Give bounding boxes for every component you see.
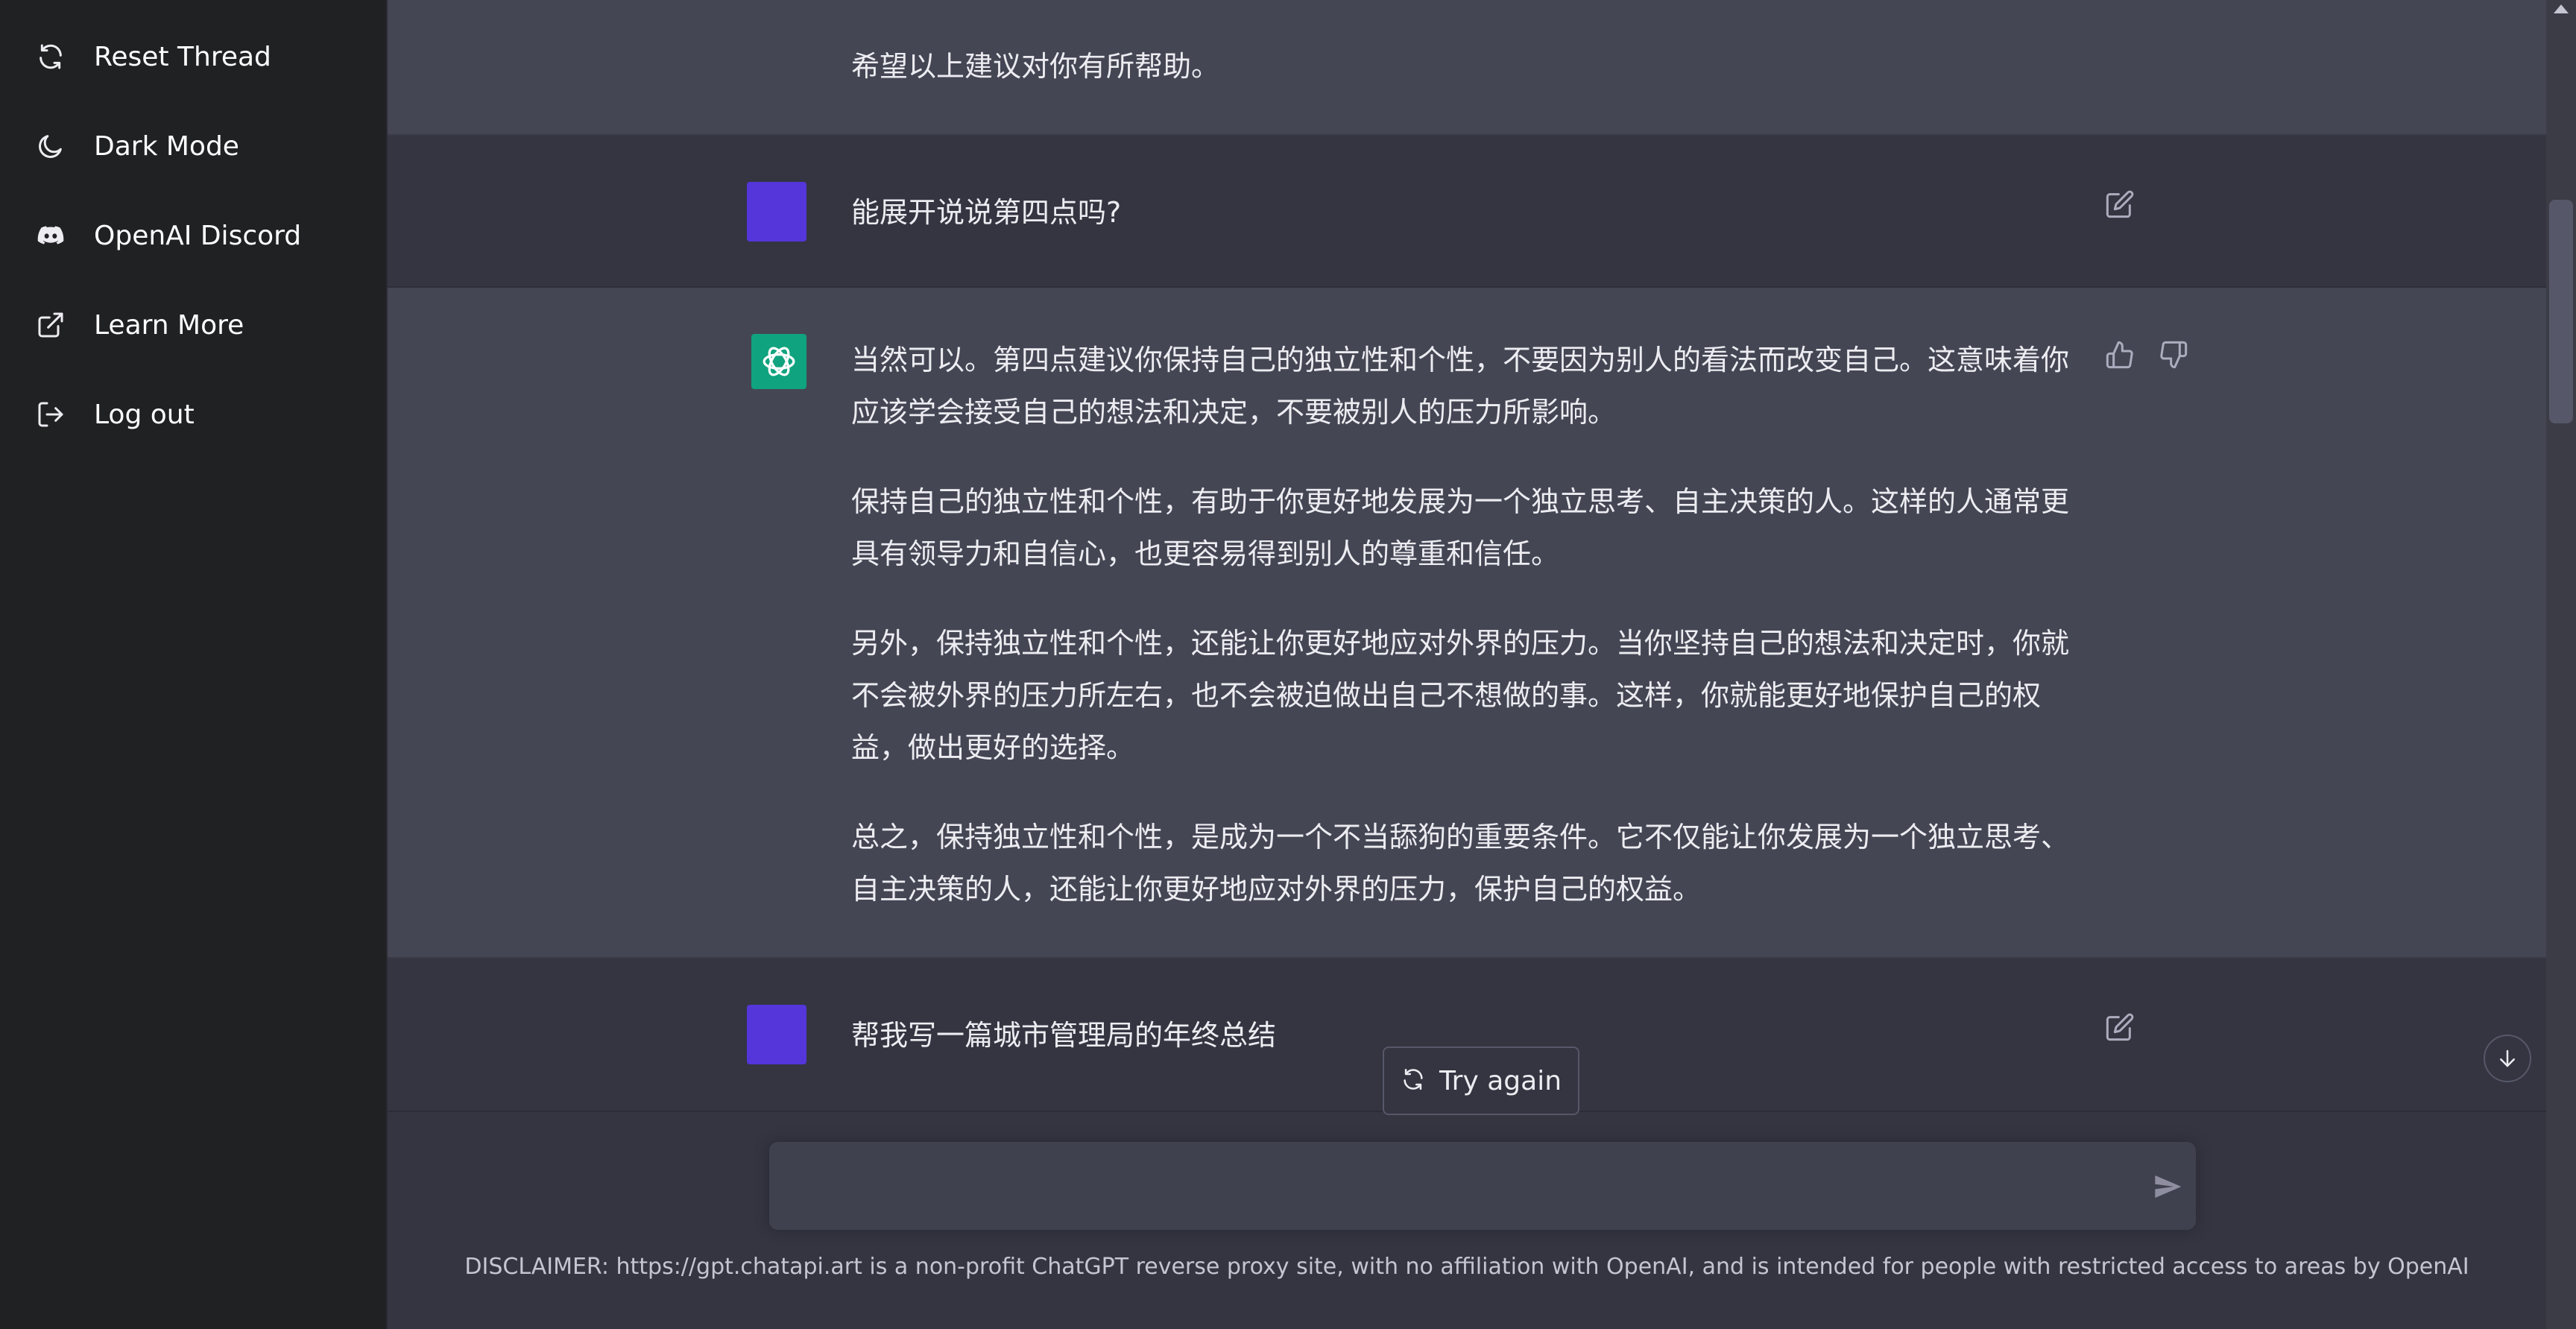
- user-avatar: [747, 1005, 806, 1064]
- disclaimer-text: DISCLAIMER: https://gpt.chatapi.art is a…: [464, 1254, 2469, 1280]
- refresh-icon: [1401, 1067, 1426, 1096]
- thumbs-down-icon[interactable]: [2156, 337, 2191, 373]
- scroll-to-bottom-button[interactable]: [2484, 1035, 2531, 1082]
- sidebar-item-label: Dark Mode: [94, 130, 239, 162]
- send-button[interactable]: [2148, 1167, 2187, 1206]
- scroll-up-arrow-icon[interactable]: [2554, 4, 2569, 13]
- edit-icon[interactable]: [2102, 186, 2138, 222]
- conversation-area: 希望以上建议对你有所帮助。 能展开说说第四点吗? 当然可以。第四点建议你保持自己…: [388, 0, 2546, 1329]
- assistant-message-text: 希望以上建议对你有所帮助。: [851, 50, 1220, 83]
- paragraph: 另外，保持独立性和个性，还能让你更好地应对外界的压力。当你坚持自己的想法和决定时…: [851, 627, 2070, 764]
- sidebar-item-openai-discord[interactable]: OpenAI Discord: [12, 198, 376, 273]
- scrollbar-thumb[interactable]: [2549, 200, 2573, 423]
- sidebar-item-learn-more[interactable]: Learn More: [12, 288, 376, 362]
- sidebar-item-label: OpenAI Discord: [94, 220, 302, 251]
- assistant-message-row: 当然可以。第四点建议你保持自己的独立性和个性，不要因为别人的看法而改变自己。这意…: [388, 288, 2546, 959]
- sidebar-item-reset-thread[interactable]: Reset Thread: [12, 19, 376, 94]
- discord-icon: [34, 219, 67, 252]
- external-link-icon: [34, 309, 67, 341]
- paragraph: 保持自己的独立性和个性，有助于你更好地发展为一个独立思考、自主决策的人。这样的人…: [851, 485, 2070, 570]
- message-input-box: [769, 1142, 2196, 1230]
- paragraph: 总之，保持独立性和个性，是成为一个不当舔狗的重要条件。它不仅能让你发展为一个独立…: [851, 821, 2070, 906]
- sidebar-item-dark-mode[interactable]: Dark Mode: [12, 109, 376, 183]
- refresh-icon: [34, 40, 67, 73]
- thumbs-up-icon[interactable]: [2102, 337, 2138, 373]
- scrollbar[interactable]: [2546, 0, 2576, 1329]
- logout-icon: [34, 398, 67, 431]
- arrow-down-icon: [2500, 1049, 2515, 1067]
- edit-icon[interactable]: [2102, 1009, 2138, 1045]
- user-message-row: 能展开说说第四点吗?: [388, 136, 2546, 288]
- send-icon: [2155, 1175, 2182, 1198]
- sidebar-item-log-out[interactable]: Log out: [12, 377, 376, 452]
- assistant-message-text: 当然可以。第四点建议你保持自己的独立性和个性，不要因为别人的看法而改变自己。这意…: [851, 334, 2074, 915]
- user-avatar: [747, 182, 806, 242]
- sidebar-item-label: Learn More: [94, 309, 244, 341]
- sidebar: Reset Thread Dark Mode OpenAI Discord Le…: [0, 0, 388, 1329]
- chatgpt-avatar: [751, 334, 806, 389]
- try-again-label: Try again: [1439, 1065, 1562, 1096]
- user-message-text: 能展开说说第四点吗?: [851, 196, 1122, 229]
- sidebar-item-label: Log out: [94, 399, 195, 430]
- moon-icon: [34, 130, 67, 162]
- message-input[interactable]: [792, 1164, 2106, 1209]
- try-again-button[interactable]: Try again: [1383, 1047, 1579, 1115]
- paragraph: 当然可以。第四点建议你保持自己的独立性和个性，不要因为别人的看法而改变自己。这意…: [851, 344, 2070, 429]
- sidebar-item-label: Reset Thread: [94, 41, 271, 72]
- assistant-message-row: 希望以上建议对你有所帮助。: [388, 0, 2546, 136]
